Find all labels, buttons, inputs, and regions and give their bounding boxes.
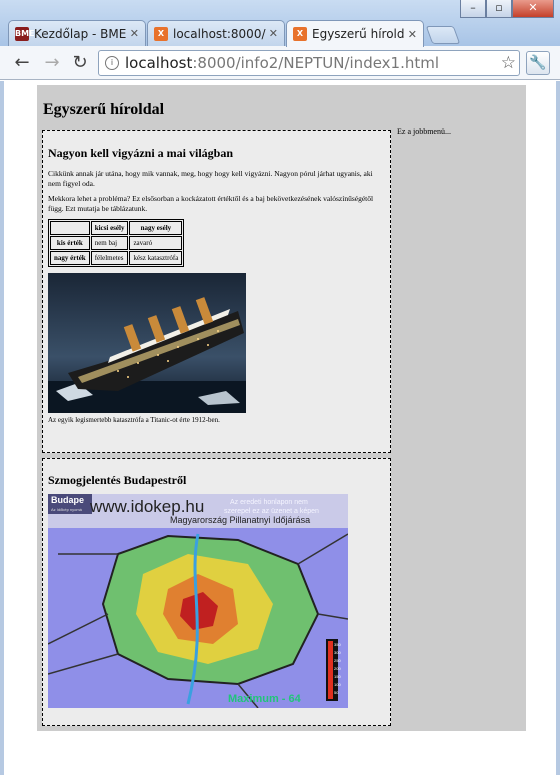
map-maximum: Maximum - 64 bbox=[228, 693, 302, 705]
article-paragraph: Cikkünk annak jár utána, hogy mik vannak… bbox=[48, 169, 373, 188]
image-caption: Az egyik legismertebb katasztrófa a Tita… bbox=[48, 416, 220, 424]
bme-favicon-icon: BME bbox=[15, 26, 35, 41]
close-tab-icon[interactable]: ✕ bbox=[408, 28, 417, 41]
map-note: Az eredeti honlapon nem bbox=[230, 499, 308, 506]
table-cell: félelmetes bbox=[90, 251, 129, 265]
tab-label: Egyszerű híroldal bbox=[312, 27, 405, 41]
tab-label: localhost:8000/ii bbox=[173, 26, 266, 41]
table-corner-cell bbox=[50, 221, 90, 235]
article-heading: Szmogjelentés Budapestről bbox=[48, 473, 187, 487]
table-cell: kész katasztrófa bbox=[129, 251, 183, 265]
page-container: Egyszerű híroldal Ez a jobbmenü... Nagyo… bbox=[37, 85, 526, 731]
xampp-favicon-icon: X bbox=[154, 26, 168, 41]
wrench-menu-icon[interactable]: 🔧 bbox=[526, 51, 550, 75]
table-header-row: kicsi esély nagy esély bbox=[50, 221, 183, 235]
map-corner-title: Budape bbox=[51, 495, 84, 505]
close-window-icon[interactable]: ✕ bbox=[512, 0, 554, 18]
tab-localhost[interactable]: X localhost:8000/ii ✕ bbox=[147, 20, 285, 46]
xampp-favicon-icon: X bbox=[293, 27, 307, 41]
table-cell: nem baj bbox=[90, 236, 129, 250]
table-row-header: nagy érték bbox=[50, 251, 90, 265]
table-row: nagy érték félelmetes kész katasztrófa bbox=[50, 251, 183, 265]
map-subtitle: Magyarország Pillanatnyi Időjárása bbox=[170, 515, 310, 525]
smog-map-image: Budape Az Időkép nyomá www.idokep.hu Az … bbox=[48, 494, 348, 708]
bookmark-star-icon[interactable]: ☆ bbox=[501, 53, 516, 73]
page-viewport: Egyszerű híroldal Ez a jobbmenü... Nagyo… bbox=[0, 81, 560, 775]
map-site-name: www.idokep.hu bbox=[89, 497, 204, 516]
article-szmog: Szmogjelentés Budapestről Budape Az Idők… bbox=[42, 458, 391, 726]
map-corner-subtitle: Az Időkép nyomá bbox=[51, 507, 83, 512]
legend-value: 200 bbox=[334, 666, 341, 671]
url-path: :8000/info2/NEPTUN/index1.html bbox=[192, 54, 440, 72]
tab-kezdolap[interactable]: BME Kezdőlap - BME ✕ bbox=[8, 20, 146, 46]
window-controls: – ▫ ✕ bbox=[460, 0, 554, 18]
url-text: localhost:8000/info2/NEPTUN/index1.html bbox=[125, 54, 439, 72]
page-info-icon[interactable]: i bbox=[105, 56, 119, 70]
table-header: kicsi esély bbox=[90, 221, 129, 235]
tab-label: Kezdőlap - BME bbox=[34, 26, 127, 41]
forward-arrow-icon[interactable]: → bbox=[40, 51, 64, 75]
back-arrow-icon[interactable]: ← bbox=[10, 51, 34, 75]
maximize-icon[interactable]: ▫ bbox=[486, 0, 512, 18]
legend-value: 50 bbox=[334, 690, 339, 695]
minimize-icon[interactable]: – bbox=[460, 0, 486, 18]
legend-value: 350 bbox=[334, 642, 341, 647]
url-host: localhost bbox=[125, 54, 193, 72]
article-paragraph: Mekkora lehet a probléma? Ez elsősorban … bbox=[48, 194, 374, 213]
close-tab-icon[interactable]: ✕ bbox=[269, 27, 278, 40]
window-titlebar: BME Kezdőlap - BME ✕ X localhost:8000/ii… bbox=[0, 0, 560, 47]
table-header: nagy esély bbox=[129, 221, 183, 235]
titanic-image bbox=[48, 273, 246, 413]
risk-table: kicsi esély nagy esély kis érték nem baj… bbox=[48, 219, 185, 267]
legend-value: 250 bbox=[334, 658, 341, 663]
article-heading: Nagyon kell vigyázni a mai világban bbox=[48, 146, 234, 160]
legend-value: 300 bbox=[334, 650, 341, 655]
new-tab-button[interactable] bbox=[425, 26, 461, 44]
address-bar[interactable]: i localhost:8000/info2/NEPTUN/index1.htm… bbox=[98, 50, 520, 76]
map-note: szerepel ez az üzenet a képen bbox=[224, 508, 319, 515]
table-row-header: kis érték bbox=[50, 236, 90, 250]
legend-value: 100 bbox=[334, 682, 341, 687]
article-vigyazni: Nagyon kell vigyázni a mai világban Cikk… bbox=[42, 130, 391, 453]
browser-toolbar: ← → ↻ i localhost:8000/info2/NEPTUN/inde… bbox=[0, 46, 560, 80]
site-title: Egyszerű híroldal bbox=[43, 101, 165, 118]
tab-strip: BME Kezdőlap - BME ✕ X localhost:8000/ii… bbox=[8, 20, 461, 47]
tab-hiroldal[interactable]: X Egyszerű híroldal ✕ bbox=[286, 20, 424, 47]
table-row: kis érték nem baj zavaró bbox=[50, 236, 183, 250]
close-tab-icon[interactable]: ✕ bbox=[130, 27, 139, 40]
table-cell: zavaró bbox=[129, 236, 183, 250]
reload-icon[interactable]: ↻ bbox=[68, 51, 92, 75]
legend-value: 150 bbox=[334, 674, 341, 679]
right-menu: Ez a jobbmenü... bbox=[397, 127, 451, 136]
